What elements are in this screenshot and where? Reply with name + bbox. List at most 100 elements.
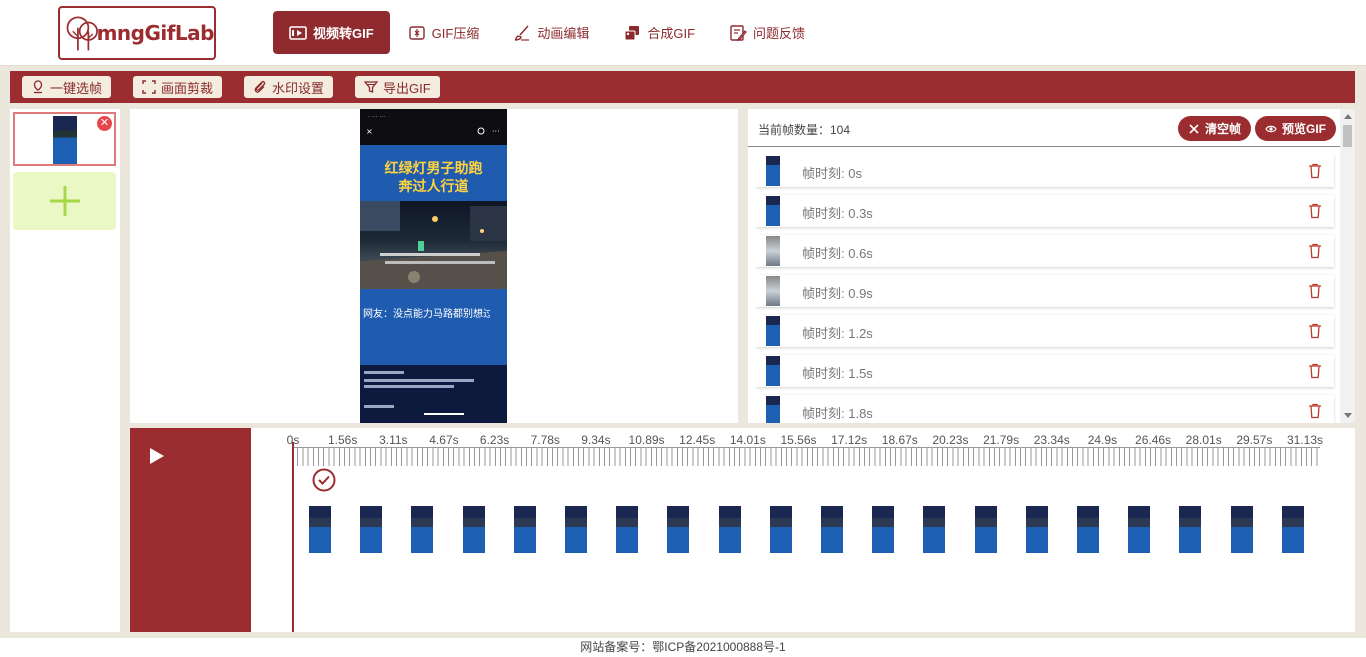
clear-frames-button[interactable]: 清空帧 (1178, 116, 1252, 141)
trash-icon[interactable] (1308, 323, 1322, 339)
tick-label: 21.79s (983, 433, 1020, 447)
frame-row[interactable]: 帧时刻: 0.3s (756, 195, 1334, 227)
nav-label: 问题反馈 (753, 26, 806, 41)
play-icon[interactable] (150, 448, 164, 464)
add-video-button[interactable] (13, 172, 116, 230)
logo[interactable]: mngGifLab (58, 6, 216, 60)
scroll-down-icon[interactable] (1344, 413, 1352, 418)
nav-label: 视频转GIF (313, 26, 374, 41)
video-preview-panel: · ··· ··· × ··· 红绿灯男子助跑 奔过人行道 网友：没点能力马路都… (130, 109, 738, 423)
timeline-frame-thumbnail[interactable] (821, 506, 843, 553)
scroll-thumb[interactable] (1343, 125, 1352, 147)
compress-icon (408, 25, 425, 40)
nav-label: 合成GIF (647, 26, 696, 41)
toolbar-label: 水印设置 (272, 80, 325, 96)
frame-time: 帧时刻: 1.2s (802, 326, 873, 341)
frame-row[interactable]: 帧时刻: 0.6s (756, 235, 1334, 267)
timeline-frame-thumbnail[interactable] (769, 506, 792, 553)
video-caption: 网友：没点能力马路都别想过 (363, 309, 490, 320)
brush-icon (515, 25, 530, 41)
trash-icon[interactable] (1308, 283, 1322, 299)
comment-bar (364, 371, 474, 415)
frame-list-scrollbar[interactable] (1340, 109, 1355, 423)
status-icons: · ··· ··· × ··· (366, 114, 500, 136)
logo-text: mngGifLab (96, 21, 215, 45)
check-icon[interactable] (312, 468, 336, 492)
timeline-frame-thumbnail[interactable] (1077, 506, 1099, 553)
eye-icon (1265, 125, 1277, 132)
timeline-ruler[interactable] (292, 448, 1320, 466)
frame-row[interactable]: 帧时刻: 1.5s (756, 355, 1334, 387)
trash-icon[interactable] (1308, 363, 1322, 379)
video-frame[interactable]: · ··· ··· × ··· 红绿灯男子助跑 奔过人行道 网友：没点能力马路都… (360, 109, 507, 423)
nav-video-to-gif[interactable]: 视频转GIF (273, 11, 390, 54)
timeline-frame-thumbnail[interactable] (1128, 506, 1151, 553)
auto-select-frames-button[interactable]: 一键选帧 (22, 76, 112, 98)
timeline-frame-thumbnail[interactable] (360, 506, 383, 553)
preview-gif-button[interactable]: 预览GIF (1255, 116, 1336, 141)
crop-button[interactable]: 画面剪裁 (133, 76, 223, 98)
frame-row[interactable]: 帧时刻: 1.2s (756, 315, 1334, 347)
nav-merge-gif[interactable]: 合成GIF (607, 11, 711, 54)
export-gif-button[interactable]: 导出GIF (355, 76, 440, 98)
filter-icon (364, 81, 379, 93)
frame-list-panel: 当前帧数量：104 清空帧 预览GIF 帧时刻: 0s 帧时刻: 0.3s 帧时… (748, 109, 1355, 423)
watermark-button[interactable]: 水印设置 (244, 76, 334, 98)
phone-status-bar: · ··· ··· × ··· (360, 109, 507, 145)
svg-text:· ··· ···: · ··· ··· (368, 114, 385, 121)
tick-label: 17.12s (831, 433, 868, 447)
tick-label: 14.01s (729, 433, 766, 447)
tick-label: 9.34s (581, 433, 611, 447)
nav-feedback[interactable]: 问题反馈 (713, 11, 821, 54)
timeline-frame-thumbnail[interactable] (309, 506, 331, 553)
tick-label: 12.45s (679, 433, 716, 447)
timeline-frame-thumbnail[interactable] (1281, 506, 1304, 553)
video-title-line1: 红绿灯男子助跑 (384, 160, 483, 176)
scroll-up-icon[interactable] (1344, 114, 1352, 119)
timeline-frame-thumbnail[interactable] (667, 506, 690, 553)
plus-icon (49, 186, 80, 216)
timeline-frame-thumbnail[interactable] (974, 506, 997, 553)
tick-label: 4.67s (429, 433, 459, 447)
clip-icon (254, 80, 266, 93)
nav-animation-edit[interactable]: 动画编辑 (497, 11, 605, 54)
timeline-frame-thumbnail[interactable] (1230, 506, 1253, 553)
crop-icon (142, 80, 156, 94)
frame-time: 帧时刻: 1.8s (802, 406, 873, 421)
timeline-frame-thumbnail[interactable] (1179, 506, 1202, 553)
playhead[interactable] (292, 442, 294, 632)
trash-icon[interactable] (1308, 403, 1322, 419)
svg-text:×: × (366, 127, 373, 136)
frame-row[interactable]: 帧时刻: 0s (756, 155, 1334, 187)
timeline-frame-thumbnail[interactable] (513, 506, 536, 553)
street-scene (360, 201, 507, 289)
timeline-panel: 0s 1.56s 3.11s 4.67s 6.23s 7.78s 9.34s 10.89s 12… (130, 428, 1355, 632)
tick-label: 7.78s (530, 433, 560, 447)
timeline-frame-thumbnail[interactable] (411, 506, 434, 553)
video-scene-image (360, 201, 507, 289)
frame-time: 帧时刻: 0.3s (802, 206, 873, 221)
timeline-frame-thumbnail[interactable] (616, 506, 639, 553)
close-icon[interactable]: ✕ (97, 116, 112, 131)
footer-icp: 网站备案号：鄂ICP备2021000888号-1 (0, 638, 1366, 657)
timeline-frame-thumbnail[interactable] (1025, 506, 1048, 553)
video-thumbnail[interactable]: ✕ (13, 112, 116, 166)
video-title-line2: 奔过人行道 (398, 178, 469, 194)
frame-row[interactable]: 帧时刻: 1.8s (756, 395, 1334, 423)
tick-label: 23.34s (1033, 433, 1070, 447)
trash-icon[interactable] (1308, 163, 1322, 179)
timeline-frame-thumbnail[interactable] (462, 506, 485, 553)
pin-icon (33, 80, 43, 94)
timeline-frame-thumbnail[interactable] (923, 506, 946, 553)
timeline-frame-thumbnail[interactable] (872, 506, 895, 553)
timeline-frame-thumbnail[interactable] (718, 506, 741, 553)
tick-label: 15.56s (780, 433, 817, 447)
trash-icon[interactable] (1308, 243, 1322, 259)
frame-row[interactable]: 帧时刻: 0.9s (756, 275, 1334, 307)
nav-gif-compress[interactable]: GIF压缩 (392, 11, 496, 54)
trash-icon[interactable] (1308, 203, 1322, 219)
timeline-frame-thumbnail[interactable] (565, 506, 587, 553)
tick-label: 6.23s (479, 433, 510, 447)
frame-time: 帧时刻: 0.6s (802, 246, 873, 261)
video-thumbnail-image (53, 116, 77, 164)
